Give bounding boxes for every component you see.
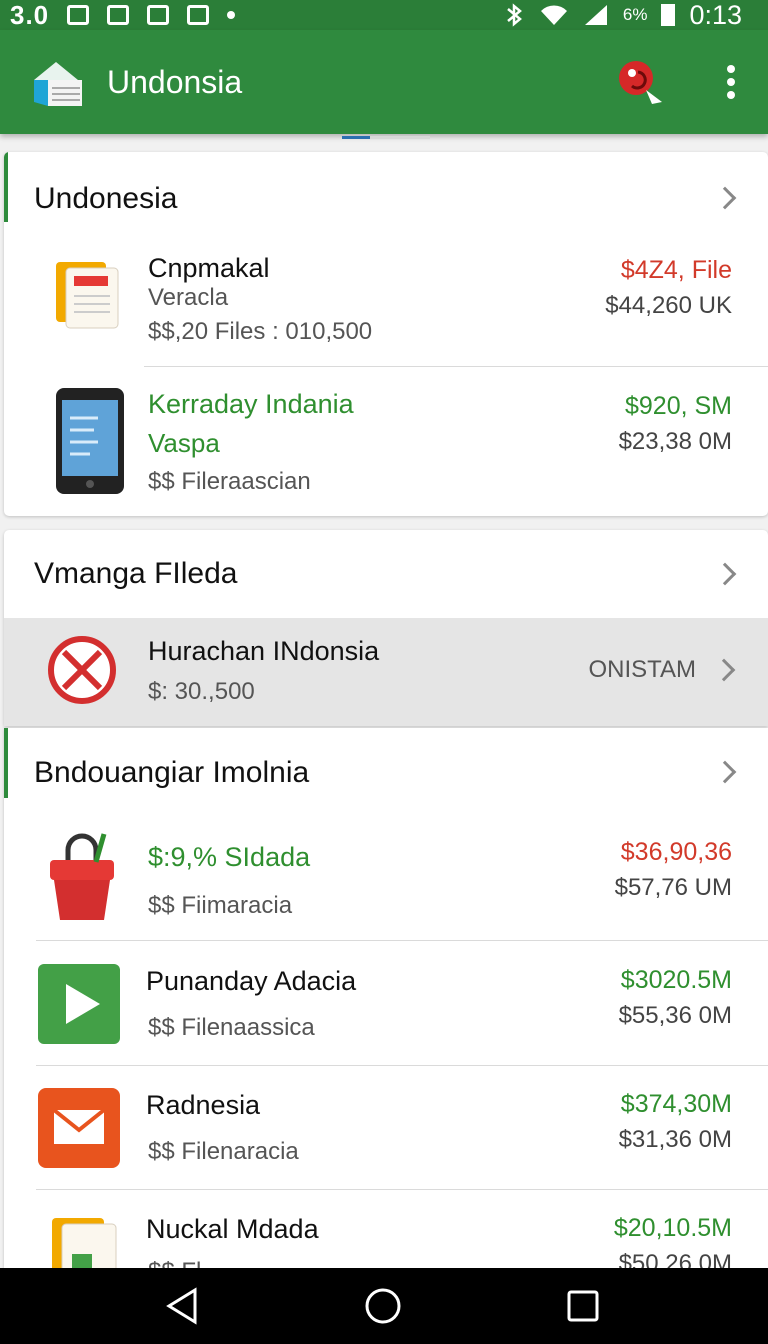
item-amount-secondary: $50,26 0M [618, 1250, 732, 1268]
item-amount-secondary: $44,260 UK [605, 292, 732, 319]
more-vert-icon[interactable] [716, 60, 746, 104]
item-detail: $$ Filenaassica [148, 1014, 315, 1041]
blocked-icon [48, 636, 116, 704]
item-detail: $$ Fl [148, 1258, 201, 1268]
wifi-icon [540, 5, 567, 25]
tablet-icon [56, 388, 124, 494]
tab-indicator [342, 136, 430, 139]
item-amount: $36,90,36 [620, 838, 732, 866]
list-item[interactable]: Kerraday Indania Vaspa $$ Fileraascian $… [4, 382, 768, 516]
home-icon [365, 1288, 401, 1324]
item-amount-secondary: $23,38 0M [618, 428, 732, 455]
bluetooth-icon [507, 3, 522, 27]
item-name: Nuckal Mdada [146, 1214, 319, 1244]
list-item[interactable]: $:9,% SIdada $$ Fiimaracia $36,90,36 $57… [4, 822, 768, 942]
item-detail: $$ Fiimaracia [148, 892, 293, 919]
battery-percent: 6% [622, 5, 648, 24]
item-amount-secondary: $31,36 0M [618, 1126, 732, 1153]
item-name: Radnesia [146, 1090, 261, 1120]
mail-icon [38, 1088, 120, 1168]
document-icon [56, 262, 119, 329]
dot-icon [227, 11, 236, 19]
list-item[interactable]: Punanday Adacia $$ Filenaassica $3020.5M… [4, 942, 768, 1066]
recents-icon [567, 1290, 599, 1322]
item-name: $:9,% SIdada [148, 842, 311, 872]
item-detail: $: 30.,500 [148, 678, 255, 705]
item-detail: $$ Filenaracia [148, 1138, 299, 1165]
play-icon [38, 964, 120, 1044]
back-icon [166, 1287, 197, 1325]
item-amount-secondary: $57,76 UM [614, 874, 732, 901]
item-amount-secondary: $55,36 0M [618, 1002, 732, 1029]
notification-icon [67, 5, 90, 25]
item-name: Cnpmakal [148, 253, 270, 283]
play-store-icon [187, 5, 210, 25]
document-icon [52, 1218, 117, 1268]
home-button[interactable] [343, 1268, 423, 1344]
battery-icon [661, 4, 676, 26]
item-amount: $374,30M [620, 1090, 732, 1118]
list-item[interactable]: Nuckal Mdada $$ Fl $20,10.5M $50,26 0M [4, 1190, 768, 1268]
app-logo-icon [34, 62, 82, 106]
section-card: Undonesia Cnpmakal Veracla $$,20 Files :… [4, 152, 768, 516]
navigation-bar [0, 1268, 768, 1344]
chevron-right-icon[interactable] [713, 186, 737, 210]
app-title: Undonsia [107, 64, 243, 100]
section-card: Bndouangiar Imolnia $:9,% SIdada $$ Fiim… [4, 728, 768, 1268]
check-icon [147, 5, 170, 25]
chevron-right-icon[interactable] [712, 658, 736, 682]
section-header[interactable]: Vmanga FIleda [34, 530, 237, 618]
item-amount: $4Z4, File [620, 256, 732, 284]
chevron-right-icon[interactable] [713, 562, 737, 586]
signal-icon [584, 5, 607, 25]
item-name: Punanday Adacia [146, 966, 357, 996]
chevron-right-icon[interactable] [713, 760, 737, 784]
clock: 0:13 [689, 0, 742, 30]
section-card: Vmanga FIleda Hurachan INdonsia $: 30.,5… [4, 530, 768, 726]
gallery-icon [107, 5, 130, 25]
item-subtitle: Veracla [148, 284, 229, 311]
item-amount: $20,10.5M [613, 1214, 732, 1242]
divider [144, 366, 768, 367]
recents-button[interactable] [543, 1268, 623, 1344]
item-amount: $3020.5M [620, 966, 732, 994]
item-name: Hurachan INdonsia [148, 636, 380, 666]
list-item[interactable]: Hurachan INdonsia $: 30.,500 ONISTAM [4, 618, 768, 726]
item-subtitle: Vaspa [148, 428, 220, 458]
section-header[interactable]: Bndouangiar Imolnia [34, 728, 309, 818]
list-item[interactable]: Radnesia $$ Filenaracia $374,30M $31,36 … [4, 1066, 768, 1190]
item-status: ONISTAM [588, 656, 696, 683]
back-button[interactable] [143, 1268, 223, 1344]
shopping-bag-icon [50, 833, 114, 920]
item-detail: $$,20 Files : 010,500 [148, 318, 373, 345]
status-left-text: 3.0 [10, 0, 50, 30]
section-header[interactable]: Undonesia [34, 152, 177, 246]
item-detail: $$ Fileraascian [148, 468, 311, 495]
app-bar: Undonsia [0, 30, 768, 134]
record-icon[interactable] [616, 58, 664, 106]
status-bar: 3.0 6% 0:13 [0, 0, 768, 30]
item-amount: $920, SM [624, 392, 732, 420]
divider [36, 940, 768, 941]
item-name: Kerraday Indania [148, 389, 354, 419]
list-item[interactable]: Cnpmakal Veracla $$,20 Files : 010,500 $… [4, 246, 768, 366]
